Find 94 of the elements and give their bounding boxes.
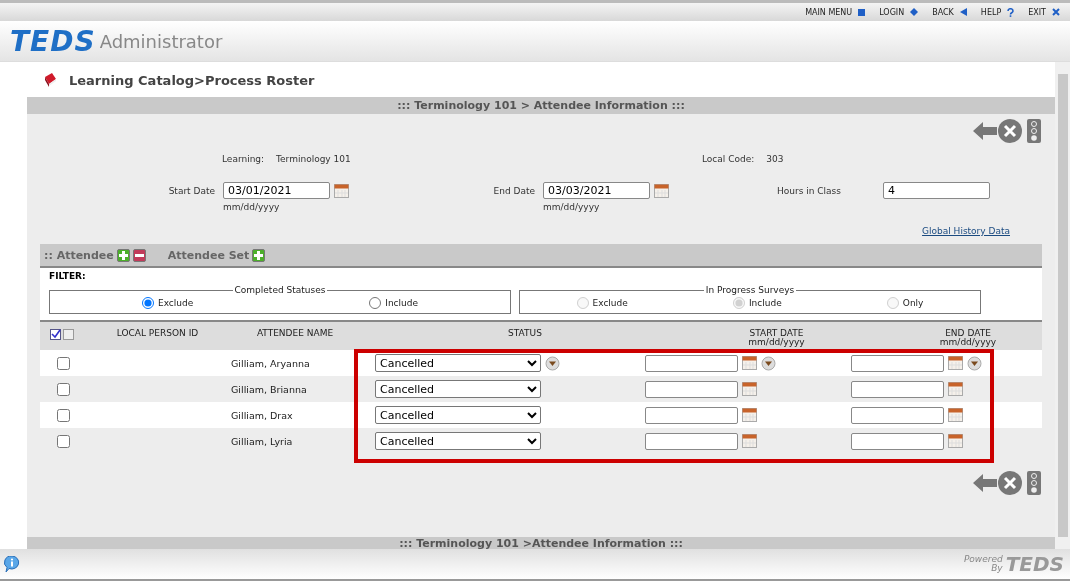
diamond-icon — [910, 8, 919, 16]
attendee-name: Gilliam, Aryanna — [230, 357, 311, 369]
info-label: Local Code: — [702, 154, 755, 166]
calendar-icon[interactable] — [334, 183, 349, 198]
calendar-icon[interactable] — [742, 408, 757, 422]
calendar-icon[interactable] — [654, 183, 669, 198]
scrollbar[interactable] — [1055, 62, 1070, 549]
status-select[interactable]: Cancelled — [375, 354, 541, 372]
field-label: Start Date — [167, 185, 215, 196]
attendee-name: Gilliam, Lyria — [230, 435, 294, 447]
help-icon — [1007, 7, 1015, 17]
column-header: START DATE mm/dd/yyyy — [747, 329, 806, 347]
section-label: :: Attendee — [44, 248, 114, 262]
end-date-field[interactable] — [851, 354, 944, 372]
row-checkbox[interactable] — [57, 434, 70, 448]
cancel-icon[interactable] — [998, 471, 1022, 495]
info-icon[interactable] — [4, 555, 20, 573]
calendar-icon[interactable] — [948, 382, 963, 396]
menu-link[interactable]: BACK — [932, 7, 967, 17]
info-label: Learning: — [222, 154, 265, 166]
app-name: Administrator — [99, 30, 223, 52]
attendee-name: Gilliam, Brianna — [230, 383, 308, 395]
back-triangle-icon — [959, 8, 967, 16]
dropdown-circle-icon[interactable] — [761, 355, 776, 371]
menu-link[interactable]: EXIT — [1028, 7, 1060, 17]
radio-button[interactable] — [369, 297, 382, 309]
date-field[interactable]: 03/03/2021 — [543, 182, 650, 199]
deselect-all-checkbox[interactable] — [63, 329, 74, 340]
history-link[interactable]: Global History Data — [922, 226, 1010, 238]
field-label: End Date — [492, 185, 535, 196]
back-arrow-icon[interactable] — [973, 122, 997, 140]
section-label: Attendee Set — [167, 248, 250, 262]
select-all-checkbox[interactable] — [50, 329, 61, 340]
column-header: LOCAL PERSON ID — [115, 329, 200, 338]
traffic-light-icon[interactable] — [1027, 471, 1041, 495]
remove-button[interactable] — [132, 248, 146, 262]
row-checkbox[interactable] — [57, 408, 70, 422]
end-date-field[interactable] — [851, 380, 944, 398]
add-button[interactable] — [116, 248, 130, 262]
calendar-icon[interactable] — [948, 356, 963, 370]
plus-icon — [118, 250, 128, 260]
powered-by-text: Powered By — [963, 555, 1003, 573]
square-icon — [858, 8, 866, 16]
back-arrow-icon[interactable] — [973, 474, 997, 492]
attendee-name: Gilliam, Drax — [230, 409, 294, 421]
calendar-icon[interactable] — [742, 434, 757, 448]
menu-link[interactable]: LOGIN — [879, 7, 919, 17]
radio-label[interactable]: Include — [385, 298, 418, 308]
book-icon — [43, 73, 57, 87]
row-checkbox[interactable] — [57, 382, 70, 396]
radio-label[interactable]: Exclude — [158, 298, 194, 308]
menu-link[interactable]: MAIN MENU — [805, 7, 866, 17]
start-date-field[interactable] — [645, 380, 738, 398]
close-icon — [1052, 8, 1060, 16]
info-value: 303 — [766, 154, 784, 166]
cancel-icon[interactable] — [998, 119, 1022, 143]
status-select[interactable]: Cancelled — [375, 406, 541, 424]
field-label: Hours in Class — [777, 185, 842, 196]
info-value: Terminology 101 — [276, 154, 351, 166]
filter-label: FILTER: — [49, 271, 87, 281]
start-date-field[interactable] — [645, 406, 738, 424]
status-select[interactable]: Cancelled — [375, 380, 541, 398]
start-date-field[interactable] — [645, 354, 738, 372]
calendar-icon[interactable] — [948, 408, 963, 422]
add-button[interactable] — [252, 248, 266, 262]
logo: TEDS — [10, 24, 96, 58]
column-header: END DATE mm/dd/yyyy — [938, 329, 998, 347]
calendar-icon[interactable] — [742, 382, 757, 396]
date-format-hint: mm/dd/yyyy — [223, 202, 281, 212]
filter-legend: Completed Statuses — [232, 285, 328, 295]
hours-field[interactable]: 4 — [883, 182, 990, 199]
date-field[interactable]: 03/01/2021 — [223, 182, 330, 199]
dropdown-circle-icon[interactable] — [967, 355, 982, 371]
plus-icon — [254, 250, 264, 260]
dropdown-circle-icon[interactable] — [545, 355, 560, 371]
start-date-field[interactable] — [645, 432, 738, 450]
row-checkbox[interactable] — [57, 356, 70, 370]
menu-link[interactable]: HELP — [980, 7, 1015, 17]
filter-legend: In Progress Surveys — [703, 285, 797, 295]
powered-by-logo: TEDS — [1005, 552, 1064, 576]
traffic-light-icon[interactable] — [1027, 119, 1041, 143]
radio-button[interactable] — [142, 297, 154, 309]
calendar-icon[interactable] — [742, 356, 757, 370]
column-header: STATUS — [507, 329, 543, 338]
date-format-hint: mm/dd/yyyy — [543, 202, 601, 212]
panel-footer-title: ::: Terminology 101 >Attendee Information ::: — [399, 537, 683, 549]
calendar-icon[interactable] — [948, 434, 963, 448]
panel-title: ::: Terminology 101 > Attendee Information ::: — [27, 97, 1055, 114]
status-select[interactable]: Cancelled — [375, 432, 541, 450]
column-header: ATTENDEE NAME — [255, 329, 335, 338]
end-date-field[interactable] — [851, 406, 944, 424]
end-date-field[interactable] — [851, 432, 944, 450]
minus-icon — [134, 253, 144, 257]
breadcrumb: Learning Catalog>Process Roster — [69, 72, 315, 88]
